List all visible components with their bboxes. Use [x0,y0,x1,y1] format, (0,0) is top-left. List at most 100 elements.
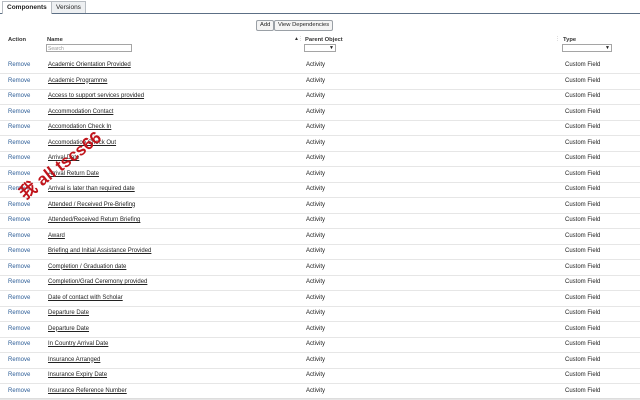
watermark-stamp: 我 all tscs66 [16,128,105,203]
parent-object-cell: Activity [306,186,326,192]
remove-link[interactable]: Remove [8,78,30,85]
type-cell: Custom Field [565,217,601,223]
component-name-link[interactable]: Departure Date [48,310,89,317]
table-row: Remove In Country Arrival Date Activity Cus… [0,337,640,353]
tab-versions[interactable]: Versions [51,1,86,13]
column-header-name[interactable]: Name [47,37,63,43]
component-name-link[interactable]: Academic Orientation Provided [48,62,131,69]
view-dependencies-button[interactable]: View Dependencies [274,20,334,31]
parent-object-cell: Activity [306,341,326,347]
add-button[interactable]: Add [256,20,275,31]
component-name-link[interactable]: Attended/Received Return Briefing [48,217,140,224]
parent-object-cell: Activity [306,325,326,332]
type-cell: Custom Field [565,325,601,332]
name-search-input[interactable]: Search [46,44,132,52]
column-resize-icon[interactable]: ⋮ [555,36,560,42]
table-header: Action Name ▲ ⋮ Parent Object ⋮ Type Sea… [0,35,640,55]
table-row: Remove Briefing and Initial Assistance Pr… [0,244,640,260]
type-cell: Custom Field [565,155,601,161]
table-row: Remove Departure Date Activity Custom Field [0,306,640,322]
type-cell: Custom Field [565,294,601,301]
type-cell: Custom Field [565,248,601,254]
component-name-link[interactable]: Insurance Reference Number [48,388,127,395]
component-name-link[interactable]: Access to support services provided [48,93,144,100]
column-resize-icon[interactable]: ⋮ [298,36,303,42]
component-name-link[interactable]: Departure Date [48,326,89,333]
table-row: Remove Academic Orientation Provided Activ… [0,58,640,74]
type-cell: Custom Field [565,186,601,192]
remove-link[interactable]: Remove [8,233,30,240]
component-name-link[interactable]: Completion / Graduation date [48,264,126,271]
column-header-action: Action [8,37,27,43]
column-header-parent-object[interactable]: Parent Object [305,37,343,43]
type-cell: Custom Field [565,232,601,239]
remove-link[interactable]: Remove [8,279,30,286]
dropdown-arrow-icon: ▼ [329,45,334,51]
remove-link[interactable]: Remove [8,388,30,395]
type-cell: Custom Field [565,387,601,394]
type-cell: Custom Field [565,356,601,363]
component-name-link[interactable]: Briefing and Initial Assistance Provided [48,248,151,255]
parent-object-cell: Activity [306,232,326,239]
parent-object-cell: Activity [306,248,326,254]
type-cell: Custom Field [565,279,601,285]
divider [0,398,640,399]
parent-object-cell: Activity [306,155,326,161]
remove-link[interactable]: Remove [8,264,30,271]
table-row: Remove Insurance Arranged Activity Custom F… [0,353,640,369]
parent-object-filter-select[interactable]: ▼ [304,44,336,52]
component-name-link[interactable]: Award [48,233,65,240]
type-cell: Custom Field [565,310,601,316]
remove-link[interactable]: Remove [8,62,30,69]
type-cell: Custom Field [565,93,601,99]
parent-object-cell: Activity [306,294,326,301]
parent-object-cell: Activity [306,124,326,130]
table-row: Remove Departure Date Activity Custom Field [0,322,640,338]
parent-object-cell: Activity [306,217,326,223]
watermark-text: 我 all tscs66 [16,128,105,203]
remove-link[interactable]: Remove [8,372,30,379]
remove-link[interactable]: Remove [8,341,30,348]
parent-object-cell: Activity [306,201,326,208]
parent-object-cell: Activity [306,93,326,99]
parent-object-cell: Activity [306,108,326,115]
parent-object-cell: Activity [306,170,326,177]
parent-object-cell: Activity [306,387,326,394]
remove-link[interactable]: Remove [8,310,30,317]
table-row: Remove Completion / Graduation date Activi… [0,260,640,276]
type-cell: Custom Field [565,124,601,130]
table-row: Remove Academic Programme Activity Custom F… [0,74,640,90]
remove-link[interactable]: Remove [8,93,30,100]
type-cell: Custom Field [565,372,601,378]
table-row: Remove Award Activity Custom Field [0,229,640,245]
remove-link[interactable]: Remove [8,295,30,302]
tab-bar: Components Versions [0,0,640,14]
type-cell: Custom Field [565,341,601,347]
type-cell: Custom Field [565,62,601,68]
parent-object-cell: Activity [306,139,326,146]
parent-object-cell: Activity [306,310,326,316]
component-name-link[interactable]: Completion/Grad Ceremony provided [48,279,147,286]
parent-object-cell: Activity [306,372,326,378]
table-row: Remove Date of contact with Scholar Activi… [0,291,640,307]
remove-link[interactable]: Remove [8,217,30,224]
type-cell: Custom Field [565,201,601,208]
button-bar: Add View Dependencies [0,20,640,31]
type-cell: Custom Field [565,77,601,84]
remove-link[interactable]: Remove [8,357,30,364]
type-cell: Custom Field [565,263,601,270]
component-name-link[interactable]: In Country Arrival Date [48,341,108,348]
remove-link[interactable]: Remove [8,326,30,333]
parent-object-cell: Activity [306,356,326,363]
type-filter-select[interactable]: ▼ [562,44,612,52]
parent-object-cell: Activity [306,62,326,68]
type-cell: Custom Field [565,139,601,146]
component-name-link[interactable]: Academic Programme [48,78,107,85]
component-name-link[interactable]: Date of contact with Scholar [48,295,123,302]
table-row: Remove Attended/Received Return Briefing A… [0,213,640,229]
component-name-link[interactable]: Insurance Arranged [48,357,100,364]
component-name-link[interactable]: Insurance Expiry Date [48,372,107,379]
remove-link[interactable]: Remove [8,248,30,255]
tab-components[interactable]: Components [2,1,52,14]
column-header-type[interactable]: Type [563,37,576,43]
